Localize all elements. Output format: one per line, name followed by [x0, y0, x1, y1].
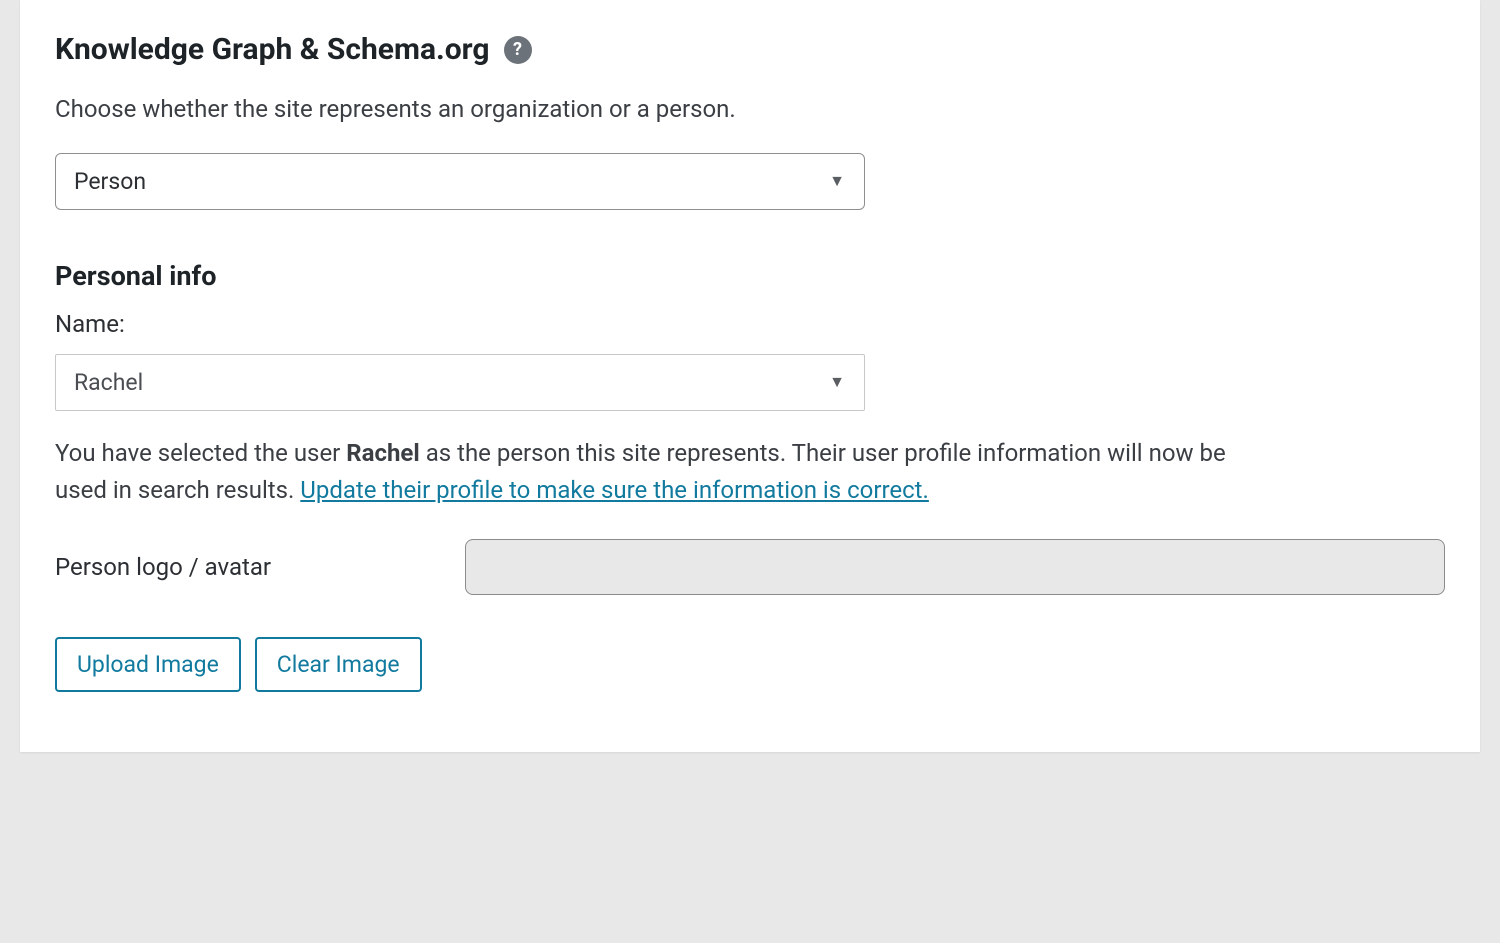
info-prefix: You have selected the user: [55, 439, 346, 467]
update-profile-link[interactable]: Update their profile to make sure the in…: [300, 476, 929, 504]
avatar-input[interactable]: [465, 539, 1445, 595]
button-row: Upload Image Clear Image: [55, 637, 1445, 692]
personal-info-heading: Personal info: [55, 260, 1445, 292]
info-bold-name: Rachel: [346, 439, 419, 467]
settings-panel: Knowledge Graph & Schema.org ? Choose wh…: [20, 0, 1480, 752]
avatar-row: Person logo / avatar: [55, 539, 1445, 595]
upload-image-button[interactable]: Upload Image: [55, 637, 241, 692]
help-icon[interactable]: ?: [504, 36, 532, 64]
section-description: Choose whether the site represents an or…: [55, 93, 1445, 127]
name-value: Rachel: [74, 369, 143, 396]
name-select[interactable]: Rachel: [55, 354, 865, 411]
avatar-label: Person logo / avatar: [55, 553, 455, 581]
entity-type-value: Person: [74, 168, 146, 195]
entity-type-select-wrap: Person ▼: [55, 153, 865, 210]
entity-type-select[interactable]: Person: [55, 153, 865, 210]
section-title: Knowledge Graph & Schema.org ?: [55, 32, 1445, 67]
clear-image-button[interactable]: Clear Image: [255, 637, 422, 692]
name-select-wrap: Rachel ▼: [55, 354, 865, 411]
profile-info-text: You have selected the user Rachel as the…: [55, 435, 1235, 509]
name-label: Name:: [55, 310, 1445, 338]
section-title-text: Knowledge Graph & Schema.org: [55, 32, 490, 67]
